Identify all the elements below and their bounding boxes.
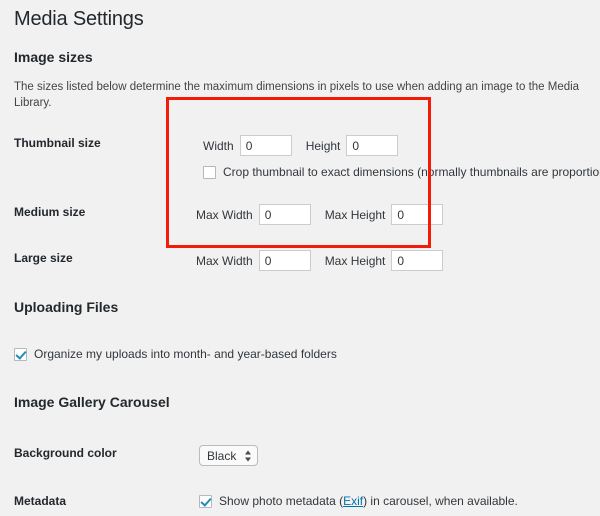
label-large-max-width: Max Width [196, 253, 253, 268]
crop-thumbnail-label: Crop thumbnail to exact dimensions (norm… [223, 165, 600, 179]
organize-uploads-label: Organize my uploads into month- and year… [34, 347, 337, 361]
thumbnail-height-input[interactable] [346, 135, 399, 156]
section-heading-uploading-files: Uploading Files [14, 299, 119, 315]
field-thumbnail-size: Width Height Crop thumbnail to exact dim… [180, 135, 600, 180]
section-heading-image-sizes: Image sizes [14, 49, 93, 65]
crop-thumbnail-checkbox[interactable] [203, 165, 216, 179]
background-color-select[interactable]: Black [199, 445, 258, 466]
field-metadata: Show photo metadata (Exif) in carousel, … [180, 493, 586, 509]
row-metadata: Metadata Show photo metadata (Exif) in c… [14, 493, 586, 509]
label-background-color: Background color [14, 446, 117, 460]
background-color-select-wrap: Black [199, 445, 258, 466]
exif-link[interactable]: Exif [343, 494, 363, 508]
row-organize-uploads: Organize my uploads into month- and year… [14, 346, 586, 362]
image-sizes-description: The sizes listed below determine the max… [14, 81, 580, 109]
show-metadata-checkbox[interactable] [199, 494, 212, 508]
label-thumbnail-size: Thumbnail size [14, 136, 101, 150]
label-large-size: Large size [14, 251, 73, 265]
label-medium-max-height: Max Height [324, 207, 386, 222]
row-medium-size: Medium size Max Width Max Height [14, 204, 586, 225]
field-background-color: Black [180, 445, 586, 466]
show-metadata-label: Show photo metadata (Exif) in carousel, … [219, 493, 518, 509]
label-medium-size: Medium size [14, 205, 86, 219]
field-medium-size: Max Width Max Height [180, 204, 586, 225]
organize-uploads-checkbox[interactable] [14, 347, 27, 361]
field-large-size: Max Width Max Height [180, 250, 586, 271]
label-thumbnail-height: Height [305, 138, 341, 153]
medium-max-width-input[interactable] [258, 204, 311, 225]
medium-max-height-input[interactable] [391, 204, 444, 225]
label-medium-max-width: Max Width [196, 207, 253, 222]
label-metadata: Metadata [14, 494, 67, 508]
thumbnail-width-input[interactable] [239, 135, 292, 156]
row-thumbnail-size: Thumbnail size Width Height Crop thumbna… [14, 135, 600, 180]
label-large-max-height: Max Height [324, 253, 386, 268]
label-thumbnail-width: Width [203, 138, 234, 153]
row-large-size: Large size Max Width Max Height [14, 250, 586, 271]
large-max-height-input[interactable] [391, 250, 444, 271]
section-heading-image-gallery-carousel: Image Gallery Carousel [14, 394, 170, 410]
metadata-text-before: Show photo metadata ( [219, 494, 344, 508]
metadata-text-after: ) in carousel, when available. [363, 494, 518, 508]
media-settings-page: Media Settings Image sizes The sizes lis… [0, 0, 600, 516]
large-max-width-input[interactable] [258, 250, 311, 271]
page-title: Media Settings [14, 8, 144, 30]
row-background-color: Background color Black [14, 445, 586, 466]
